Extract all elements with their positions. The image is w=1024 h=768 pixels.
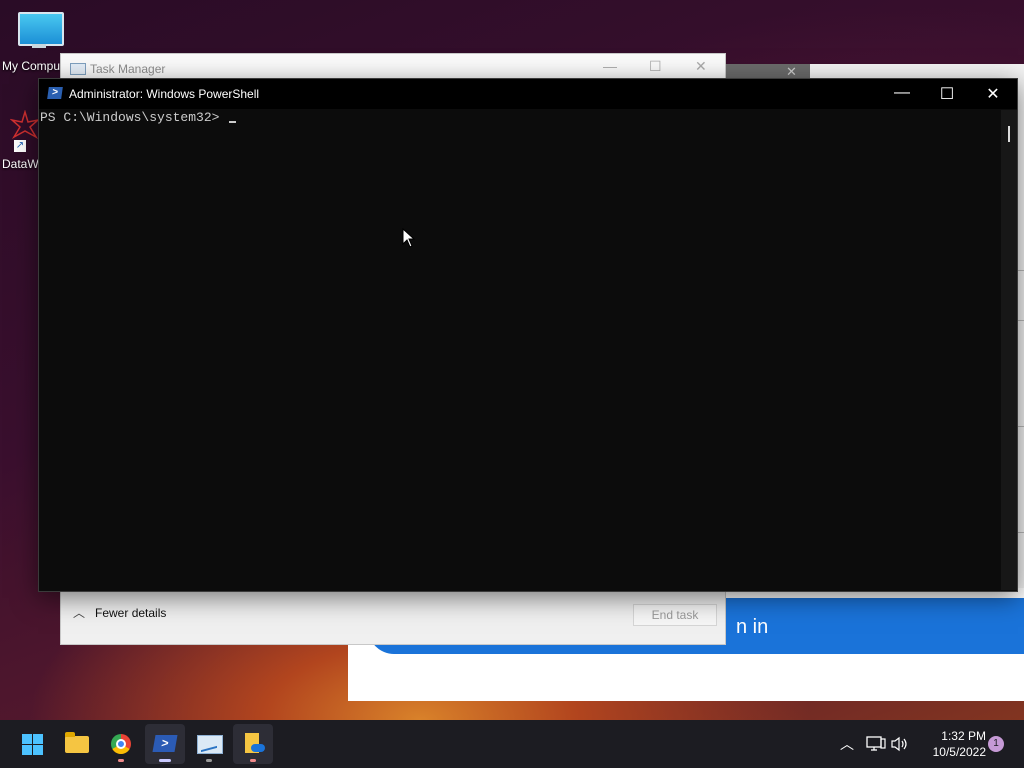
close-button[interactable]: ✕: [695, 58, 707, 75]
network-icon[interactable]: [866, 736, 886, 752]
task-manager-icon: [197, 735, 223, 754]
mouse-pointer-icon: [402, 228, 416, 248]
system-clock[interactable]: 1:32 PM 10/5/2022: [914, 728, 986, 760]
maximize-button[interactable]: ☐: [932, 84, 962, 104]
windows-logo-icon: [22, 734, 43, 755]
clock-time: 1:32 PM: [941, 729, 986, 743]
shortcut-arrow-icon: ↗: [14, 140, 26, 152]
end-task-button[interactable]: End task: [633, 604, 717, 626]
powershell-titlebar[interactable]: > Administrator: Windows PowerShell — ☐ …: [39, 79, 1017, 109]
file-cloud-icon: [245, 733, 265, 753]
taskbar-task-manager[interactable]: [189, 724, 229, 764]
computer-icon: [18, 12, 64, 46]
fewer-details-button[interactable]: ︿ Fewer details: [73, 604, 166, 621]
minimize-button[interactable]: —: [603, 58, 617, 74]
taskbar-files-app[interactable]: [233, 724, 273, 764]
console-scrollbar[interactable]: [1001, 110, 1017, 590]
powershell-icon: >: [47, 87, 63, 99]
start-button[interactable]: [12, 724, 52, 764]
text-cursor: [229, 121, 237, 123]
desktop-icon-label: My Compu: [2, 59, 61, 73]
close-button[interactable]: ✕: [978, 84, 1008, 104]
datawindow-icon: [10, 110, 40, 139]
scrollbar-thumb[interactable]: [1008, 126, 1010, 142]
volume-icon[interactable]: [891, 736, 909, 752]
taskbar-file-explorer[interactable]: [57, 724, 97, 764]
notification-badge[interactable]: 1: [988, 736, 1004, 752]
chevron-up-icon: ︿: [73, 606, 86, 620]
signin-button-label: n in: [736, 616, 769, 638]
taskbar: > ︿ 1:32 PM 10/5/2022 1: [0, 720, 1024, 768]
taskbar-powershell[interactable]: >: [145, 724, 185, 764]
window-title: Task Manager: [90, 62, 166, 76]
clock-date: 10/5/2022: [932, 745, 986, 759]
powershell-window[interactable]: > Administrator: Windows PowerShell — ☐ …: [38, 78, 1018, 592]
desktop-icon-label: DataW: [2, 157, 39, 171]
console-area[interactable]: PS C:\Windows\system32>: [39, 110, 1001, 590]
fewer-details-label: Fewer details: [95, 606, 167, 620]
chevron-up-icon[interactable]: ︿: [840, 734, 854, 754]
chrome-icon: [111, 734, 131, 754]
console-prompt: PS C:\Windows\system32>: [40, 110, 228, 125]
maximize-button[interactable]: ☐: [649, 58, 662, 75]
taskbar-chrome[interactable]: [101, 724, 141, 764]
task-manager-icon: [70, 63, 86, 75]
window-title: Administrator: Windows PowerShell: [69, 87, 260, 101]
powershell-icon: >: [152, 735, 178, 752]
folder-icon: [65, 732, 89, 753]
minimize-button[interactable]: —: [887, 84, 917, 102]
task-manager-footer: ︿ Fewer details End task: [61, 589, 725, 644]
